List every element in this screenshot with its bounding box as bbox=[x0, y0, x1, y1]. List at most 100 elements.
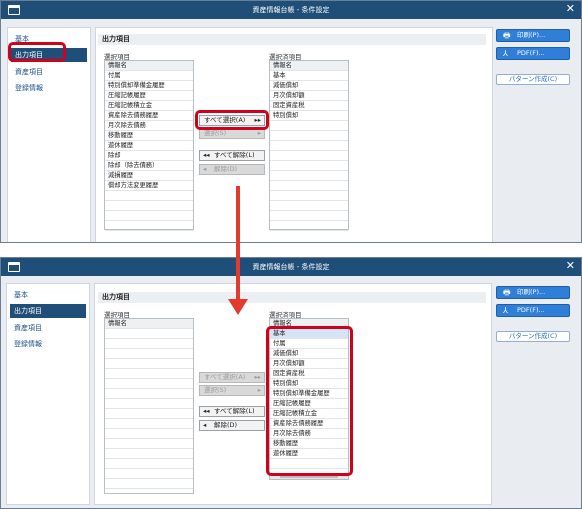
list-item-empty bbox=[105, 439, 193, 449]
list-item[interactable]: 移動履歴 bbox=[105, 131, 193, 141]
sidebar-item-basic[interactable]: 基本 bbox=[10, 288, 86, 302]
list-item[interactable]: 固定資産税 bbox=[270, 101, 348, 111]
list-item[interactable]: 基本 bbox=[270, 329, 348, 339]
list-item-empty bbox=[270, 191, 348, 201]
list-item[interactable]: 除却（除去債務） bbox=[105, 161, 193, 171]
list-item[interactable]: 付属 bbox=[270, 339, 348, 349]
list-item[interactable]: 減価償却 bbox=[270, 81, 348, 91]
deselect-button[interactable]: ◂ 解除(D) bbox=[199, 164, 265, 175]
list-item[interactable]: 月次償却額 bbox=[270, 359, 348, 369]
deselect-all-button[interactable]: ◂◂ すべて解除(L) bbox=[199, 150, 265, 161]
list-item[interactable]: 月次除去債務 bbox=[105, 121, 193, 131]
list-item-empty bbox=[105, 191, 193, 201]
pattern-create-button[interactable]: パターン作成(C) bbox=[496, 74, 570, 85]
sidebar: 基本 出力項目 資産項目 登録情報 bbox=[6, 283, 90, 505]
list-item-empty bbox=[105, 211, 193, 221]
horizontal-scrollbar[interactable] bbox=[270, 473, 348, 479]
list-item[interactable]: 特別償却準備金履歴 bbox=[105, 81, 193, 91]
list-item[interactable]: 資産除去債務履歴 bbox=[270, 419, 348, 429]
window-title: 資産情報台帳 - 条件設定 bbox=[252, 263, 330, 271]
pdf-icon: ⅄ bbox=[503, 306, 508, 315]
select-all-button[interactable]: すべて選択(A) ▸▸ bbox=[199, 372, 265, 383]
left-arrow-icon: ◂ bbox=[203, 421, 207, 429]
sidebar: 基本 出力項目 資産項目 登録情報 bbox=[7, 27, 91, 242]
list-header: 情報名 bbox=[105, 61, 193, 71]
list-item[interactable]: 付属 bbox=[105, 71, 193, 81]
list-header: 情報名 bbox=[270, 319, 348, 329]
list-item[interactable]: 月次除去債務 bbox=[270, 429, 348, 439]
sidebar-item-output[interactable]: 出力項目 bbox=[11, 48, 87, 62]
scrollbar-thumb[interactable] bbox=[280, 475, 338, 478]
list-item[interactable]: 圧縮記帳積立金 bbox=[105, 101, 193, 111]
title-bar: 資産情報台帳 - 条件設定 ✕ bbox=[1, 258, 581, 276]
list-item-empty bbox=[270, 201, 348, 211]
printer-icon: 🖶 bbox=[503, 288, 511, 297]
list-item-empty bbox=[105, 479, 193, 489]
double-left-arrow-icon: ◂◂ bbox=[203, 407, 210, 415]
select-all-button[interactable]: すべて選択(A) ▸▸ bbox=[199, 115, 265, 126]
select-label: 選択(S) bbox=[204, 129, 227, 137]
list-item-empty bbox=[270, 121, 348, 131]
print-button[interactable]: 🖶 印刷(P)... bbox=[496, 286, 570, 299]
list-item[interactable]: 基本 bbox=[270, 71, 348, 81]
deselect-button[interactable]: ◂ 解除(D) bbox=[199, 420, 265, 431]
list-item-empty bbox=[270, 181, 348, 191]
list-item-empty bbox=[105, 201, 193, 211]
window-title: 資産情報台帳 - 条件設定 bbox=[252, 6, 330, 14]
list-item[interactable]: 償却方法変更履歴 bbox=[105, 181, 193, 191]
list-item[interactable]: 固定資産税 bbox=[270, 369, 348, 379]
close-icon[interactable]: ✕ bbox=[566, 260, 575, 272]
right-arrow-icon: ▸ bbox=[257, 129, 261, 137]
select-label: 選択(S) bbox=[204, 386, 227, 394]
list-item[interactable]: 遊休履歴 bbox=[270, 449, 348, 459]
list-item[interactable]: 除却 bbox=[105, 151, 193, 161]
pdf-label: PDF(F)... bbox=[517, 306, 545, 314]
list-item-empty bbox=[270, 151, 348, 161]
print-label: 印刷(P)... bbox=[517, 288, 546, 296]
select-button[interactable]: 選択(S) ▸ bbox=[199, 128, 265, 139]
list-item[interactable]: 特別償却 bbox=[270, 111, 348, 121]
deselect-all-button[interactable]: ◂◂ すべて解除(L) bbox=[199, 406, 265, 417]
sidebar-item-basic[interactable]: 基本 bbox=[11, 32, 87, 46]
print-button[interactable]: 🖶 印刷(P)... bbox=[496, 29, 570, 42]
select-all-label: すべて選択(A) bbox=[204, 373, 246, 381]
sidebar-item-asset[interactable]: 資産項目 bbox=[11, 65, 87, 79]
selected-list[interactable]: 情報名 基本 減価償却 月次償却額 固定資産税 特別償却 bbox=[269, 60, 349, 231]
list-item[interactable]: 特別償却 bbox=[270, 379, 348, 389]
pdf-button[interactable]: ⅄ PDF(F)... bbox=[496, 304, 570, 317]
sidebar-item-registration[interactable]: 登録情報 bbox=[10, 337, 86, 351]
select-button[interactable]: 選択(S) ▸ bbox=[199, 385, 265, 396]
list-item[interactable]: 減価償却 bbox=[270, 349, 348, 359]
title-bar: 資産情報台帳 - 条件設定 ✕ bbox=[1, 1, 581, 19]
list-item-empty bbox=[105, 409, 193, 419]
list-item[interactable]: 圧縮記帳履歴 bbox=[270, 399, 348, 409]
list-item-empty bbox=[105, 221, 193, 231]
pdf-button[interactable]: ⅄ PDF(F)... bbox=[496, 47, 570, 60]
list-item[interactable]: 移動履歴 bbox=[270, 439, 348, 449]
selected-list[interactable]: 情報名 基本 付属 減価償却 月次償却額 固定資産税 特別償却 特別償却準備金履歴 圧縮記帳履… bbox=[269, 318, 349, 480]
list-item[interactable]: 減損履歴 bbox=[105, 171, 193, 181]
printer-icon: 🖶 bbox=[503, 31, 511, 40]
sidebar-item-asset[interactable]: 資産項目 bbox=[10, 321, 86, 335]
list-item-empty bbox=[270, 221, 348, 231]
list-item[interactable]: 圧縮記帳積立金 bbox=[270, 409, 348, 419]
sidebar-item-output[interactable]: 出力項目 bbox=[10, 304, 86, 318]
list-item-empty bbox=[105, 469, 193, 479]
list-item[interactable]: 遊休履歴 bbox=[105, 141, 193, 151]
deselect-all-label: すべて解除(L) bbox=[214, 407, 255, 415]
list-item[interactable]: 特別償却準備金履歴 bbox=[270, 389, 348, 399]
list-item-empty bbox=[270, 161, 348, 171]
list-item-empty bbox=[270, 171, 348, 181]
list-item[interactable]: 資産除去債務履歴 bbox=[105, 111, 193, 121]
list-item[interactable]: 圧縮記帳履歴 bbox=[105, 91, 193, 101]
list-item-empty bbox=[105, 379, 193, 389]
available-list[interactable]: 情報名 bbox=[104, 318, 194, 494]
available-list[interactable]: 情報名 付属 特別償却準備金履歴 圧縮記帳履歴 圧縮記帳積立金 資産除去債務履歴 月次除去… bbox=[104, 60, 194, 231]
list-item-empty bbox=[270, 131, 348, 141]
sidebar-item-registration[interactable]: 登録情報 bbox=[11, 81, 87, 95]
pattern-create-button[interactable]: パターン作成(C) bbox=[496, 331, 570, 342]
list-item[interactable]: 月次償却額 bbox=[270, 91, 348, 101]
pdf-label: PDF(F)... bbox=[517, 49, 545, 57]
close-icon[interactable]: ✕ bbox=[566, 3, 575, 15]
list-header: 情報名 bbox=[105, 319, 193, 329]
